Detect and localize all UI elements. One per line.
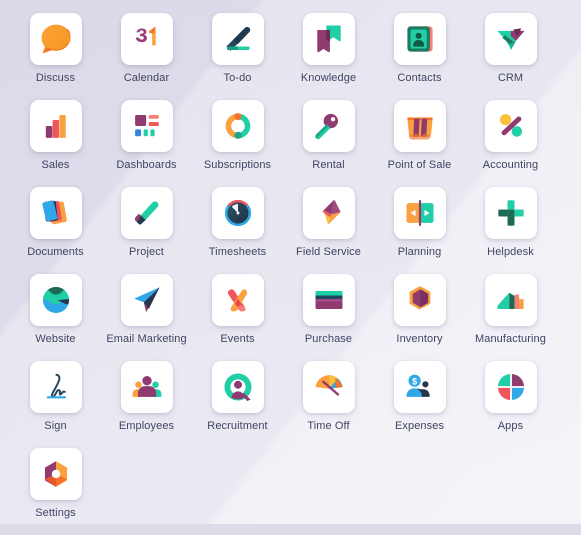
app-label: Contacts [397, 72, 442, 84]
recruitment-icon[interactable] [211, 361, 264, 413]
dashboards-icon[interactable] [120, 100, 173, 152]
manufacturing-icon[interactable] [484, 274, 537, 326]
app-item-manufacturing[interactable]: Manufacturing [465, 274, 556, 361]
purchase-icon[interactable] [302, 274, 355, 326]
crm-icon[interactable] [484, 13, 537, 65]
app-label: Events [220, 333, 255, 345]
app-label: Subscriptions [203, 159, 272, 171]
app-item-recruitment[interactable]: Recruitment [192, 361, 283, 448]
app-label: To-do [223, 72, 252, 84]
time-off-icon[interactable] [302, 361, 355, 413]
app-label: Recruitment [207, 420, 268, 432]
contacts-icon[interactable] [393, 13, 446, 65]
field-service-icon[interactable] [302, 187, 355, 239]
settings-icon[interactable] [29, 448, 82, 500]
app-label: Purchase [304, 333, 353, 345]
app-label: Accounting [482, 159, 539, 171]
employees-icon[interactable] [120, 361, 173, 413]
app-item-documents[interactable]: Documents [10, 187, 101, 274]
app-item-calendar[interactable]: Calendar [101, 13, 192, 100]
app-item-subscriptions[interactable]: Subscriptions [192, 100, 283, 187]
app-label: Time Off [307, 420, 350, 432]
inventory-icon[interactable] [393, 274, 446, 326]
app-label: Inventory [396, 333, 443, 345]
app-item-planning[interactable]: Planning [374, 187, 465, 274]
point-of-sale-icon[interactable] [393, 100, 446, 152]
app-item-expenses[interactable]: $ Expenses [374, 361, 465, 448]
expenses-icon[interactable]: $ [393, 361, 446, 413]
app-item-knowledge[interactable]: Knowledge [283, 13, 374, 100]
app-item-email-marketing[interactable]: Email Marketing [101, 274, 192, 361]
events-icon[interactable] [211, 274, 264, 326]
app-item-inventory[interactable]: Inventory [374, 274, 465, 361]
project-icon[interactable] [120, 187, 173, 239]
app-item-discuss[interactable]: Discuss [10, 13, 101, 100]
app-item-rental[interactable]: Rental [283, 100, 374, 187]
app-label: Planning [397, 246, 442, 258]
sales-icon[interactable] [29, 100, 82, 152]
app-item-dashboards[interactable]: Dashboards [101, 100, 192, 187]
rental-icon[interactable] [302, 100, 355, 152]
app-label: Website [35, 333, 76, 345]
app-label: Settings [35, 507, 76, 519]
knowledge-icon[interactable] [302, 13, 355, 65]
svg-text:$: $ [412, 376, 417, 386]
app-label: Point of Sale [387, 159, 452, 171]
app-grid: Discuss Calendar To-do Knowledge Contacts CRM… [10, 13, 581, 535]
app-item-settings[interactable]: Settings [10, 448, 101, 535]
app-label: CRM [497, 72, 524, 84]
apps-icon[interactable] [484, 361, 537, 413]
app-item-contacts[interactable]: Contacts [374, 13, 465, 100]
app-label: Knowledge [300, 72, 357, 84]
app-label: Calendar [123, 72, 170, 84]
app-item-apps[interactable]: Apps [465, 361, 556, 448]
app-item-events[interactable]: Events [192, 274, 283, 361]
app-label: Helpdesk [487, 246, 534, 258]
app-item-accounting[interactable]: Accounting [465, 100, 556, 187]
app-label: Expenses [394, 420, 445, 432]
helpdesk-icon[interactable] [484, 187, 537, 239]
accounting-icon[interactable] [484, 100, 537, 152]
app-item-point-of-sale[interactable]: Point of Sale [374, 100, 465, 187]
app-label: Project [129, 246, 164, 258]
email-marketing-icon[interactable] [120, 274, 173, 326]
app-label: Dashboards [116, 159, 177, 171]
app-label: Sales [41, 159, 70, 171]
app-label: Documents [27, 246, 84, 258]
app-label: Field Service [296, 246, 361, 258]
app-item-project[interactable]: Project [101, 187, 192, 274]
app-label: Employees [118, 420, 175, 432]
app-item-timesheets[interactable]: Timesheets [192, 187, 283, 274]
website-icon[interactable] [29, 274, 82, 326]
app-item-crm[interactable]: CRM [465, 13, 556, 100]
planning-icon[interactable] [393, 187, 446, 239]
app-label: Apps [497, 420, 524, 432]
app-launcher: Discuss Calendar To-do Knowledge Contacts CRM… [0, 0, 581, 524]
calendar-icon[interactable] [120, 13, 173, 65]
app-item-sales[interactable]: Sales [10, 100, 101, 187]
app-label: Rental [312, 159, 345, 171]
app-label: Timesheets [208, 246, 267, 258]
app-item-helpdesk[interactable]: Helpdesk [465, 187, 556, 274]
app-item-purchase[interactable]: Purchase [283, 274, 374, 361]
todo-icon[interactable] [211, 13, 264, 65]
app-label: Manufacturing [474, 333, 546, 345]
app-item-sign[interactable]: Sign [10, 361, 101, 448]
documents-icon[interactable] [29, 187, 82, 239]
app-item-field-service[interactable]: Field Service [283, 187, 374, 274]
app-item-website[interactable]: Website [10, 274, 101, 361]
app-label: Sign [44, 420, 67, 432]
app-item-time-off[interactable]: Time Off [283, 361, 374, 448]
app-item-employees[interactable]: Employees [101, 361, 192, 448]
app-item-to-do[interactable]: To-do [192, 13, 283, 100]
discuss-icon[interactable] [29, 13, 82, 65]
app-label: Discuss [35, 72, 76, 84]
app-label: Email Marketing [106, 333, 187, 345]
subscriptions-icon[interactable] [211, 100, 264, 152]
sign-icon[interactable] [29, 361, 82, 413]
timesheets-icon[interactable] [211, 187, 264, 239]
